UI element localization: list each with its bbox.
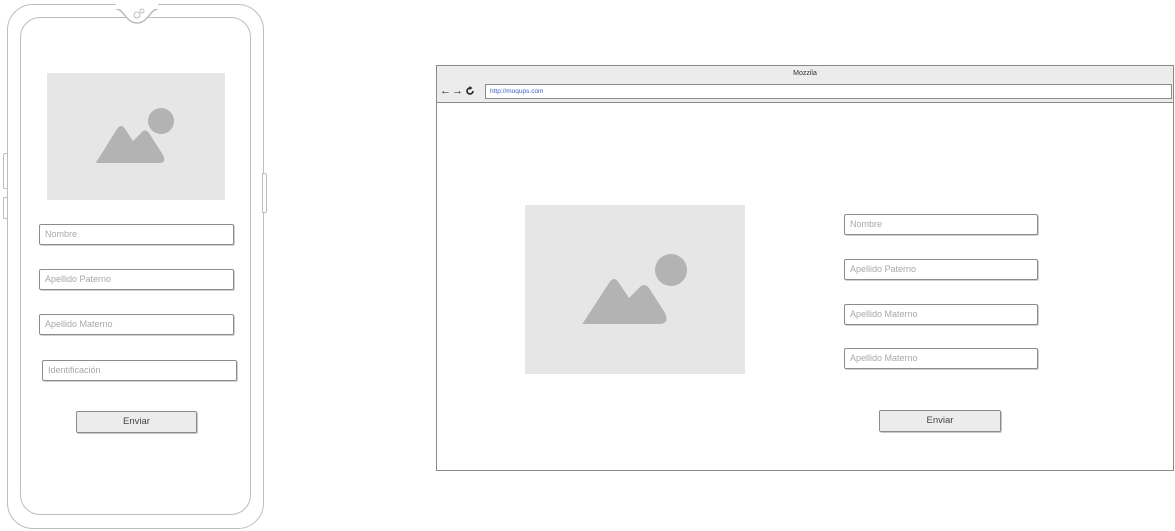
enviar-button[interactable]: Enviar <box>76 411 197 433</box>
url-bar[interactable]: http://moqups.com <box>485 84 1172 99</box>
window-title: Mozzila <box>793 70 817 77</box>
image-icon <box>95 108 174 163</box>
apellido-paterno-field[interactable]: Apellido Paterno <box>844 259 1038 280</box>
phone-power-button <box>262 173 267 213</box>
identificacion-field[interactable]: Identificación <box>42 360 237 381</box>
enviar-button[interactable]: Enviar <box>879 410 1001 432</box>
nombre-field[interactable]: Nombre <box>844 214 1038 235</box>
reload-icon[interactable] <box>464 85 475 97</box>
browser-window: Mozzila ← → http://moqups.com Nombre Ape… <box>436 65 1174 471</box>
apellido-paterno-field[interactable]: Apellido Paterno <box>39 269 234 290</box>
phone-side-button <box>3 197 8 219</box>
nav-controls: ← → <box>440 84 475 97</box>
apellido-materno-field-2[interactable]: Apellido Materno <box>844 348 1038 369</box>
phone-notch <box>116 3 158 24</box>
arrow-left-icon[interactable]: ← <box>440 85 451 97</box>
apellido-materno-field[interactable]: Apellido Materno <box>39 314 234 335</box>
nombre-field[interactable]: Nombre <box>39 224 234 245</box>
phone-mockup: Nombre Apellido Paterno Apellido Materno… <box>3 3 267 529</box>
image-placeholder <box>525 205 745 374</box>
image-icon <box>582 254 687 324</box>
browser-toolbar: Mozzila ← → http://moqups.com <box>437 66 1173 103</box>
image-placeholder <box>47 73 225 200</box>
apellido-materno-field[interactable]: Apellido Materno <box>844 304 1038 325</box>
arrow-right-icon[interactable]: → <box>452 85 463 97</box>
phone-side-button <box>3 153 8 189</box>
